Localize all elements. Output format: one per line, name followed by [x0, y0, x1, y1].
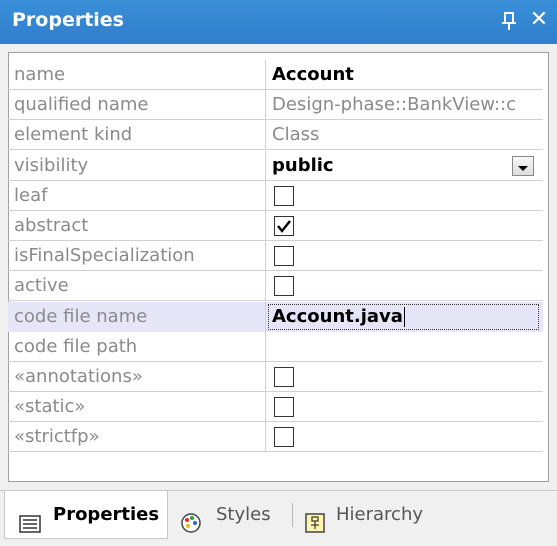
checkbox[interactable]: [274, 185, 294, 206]
property-name: qualified name: [8, 90, 266, 121]
property-value[interactable]: [266, 211, 543, 241]
properties-panel: Properties ✕ name Account qualified name De…: [0, 0, 557, 546]
checkbox[interactable]: [274, 276, 294, 297]
property-row[interactable]: code file path: [8, 331, 543, 362]
property-value[interactable]: [266, 362, 543, 392]
text-caret: [403, 306, 405, 327]
property-value[interactable]: [266, 332, 543, 362]
checkbox[interactable]: [274, 397, 294, 418]
property-row[interactable]: «annotations»: [8, 362, 543, 392]
property-row[interactable]: visibility public: [8, 150, 543, 181]
tab-hierarchy[interactable]: Hierarchy: [304, 491, 423, 539]
property-value[interactable]: [266, 241, 543, 271]
tab-bar: Properties Styles Hierarchy: [0, 490, 557, 546]
property-value[interactable]: [266, 422, 543, 452]
property-row[interactable]: name Account: [8, 60, 543, 90]
property-row[interactable]: «strictfp»: [8, 422, 543, 453]
property-value[interactable]: public: [266, 151, 543, 181]
tab-properties[interactable]: Properties: [4, 491, 168, 539]
checkbox[interactable]: [274, 246, 294, 267]
property-row[interactable]: active: [8, 271, 543, 302]
pin-icon[interactable]: [500, 10, 520, 32]
property-row[interactable]: abstract: [8, 211, 543, 241]
property-name: visibility: [8, 150, 266, 181]
property-name: leaf: [8, 180, 266, 211]
property-row[interactable]: element kind Class: [8, 120, 543, 151]
property-name: element kind: [8, 120, 266, 151]
dropdown-arrow-icon[interactable]: [512, 155, 534, 176]
checkbox[interactable]: [274, 427, 294, 448]
property-row[interactable]: «static»: [8, 392, 543, 423]
palette-icon: [180, 505, 202, 533]
property-row[interactable]: leaf: [8, 180, 543, 211]
property-value[interactable]: Design-phase::BankView::c: [266, 90, 543, 120]
code-file-name-input[interactable]: Account.java: [268, 303, 539, 330]
visibility-select-value: public: [272, 154, 334, 176]
property-name: active: [8, 271, 266, 302]
tab-properties-label: Properties: [53, 504, 160, 525]
checkbox[interactable]: [274, 367, 294, 387]
panel-title: Properties: [12, 9, 124, 31]
property-name: «static»: [8, 392, 266, 423]
checkbox[interactable]: [274, 216, 294, 236]
property-row[interactable]: qualified name Design-phase::BankView::c: [8, 90, 543, 121]
property-name: code file name: [8, 301, 266, 332]
property-name: «strictfp»: [8, 422, 266, 453]
property-row[interactable]: isFinalSpecialization: [8, 241, 543, 272]
property-row[interactable]: code file name Account.java: [8, 301, 543, 332]
property-name: isFinalSpecialization: [8, 241, 266, 272]
property-value[interactable]: [266, 181, 543, 211]
property-value[interactable]: Account.java: [266, 301, 543, 332]
tab-styles[interactable]: Styles: [180, 491, 271, 539]
property-value[interactable]: [266, 392, 543, 422]
tab-separator: [292, 503, 293, 527]
property-name: abstract: [8, 211, 266, 241]
property-value[interactable]: Account: [266, 60, 543, 90]
property-name: name: [8, 60, 266, 90]
panel-titlebar: Properties ✕: [0, 0, 557, 44]
property-name: code file path: [8, 331, 266, 362]
hierarchy-icon: [304, 505, 326, 533]
close-icon[interactable]: ✕: [528, 8, 550, 32]
property-value[interactable]: Class: [266, 120, 543, 150]
property-value[interactable]: [266, 271, 543, 301]
property-name: «annotations»: [8, 362, 266, 392]
code-file-name-text: Account.java: [272, 305, 403, 327]
properties-icon: [19, 505, 41, 533]
